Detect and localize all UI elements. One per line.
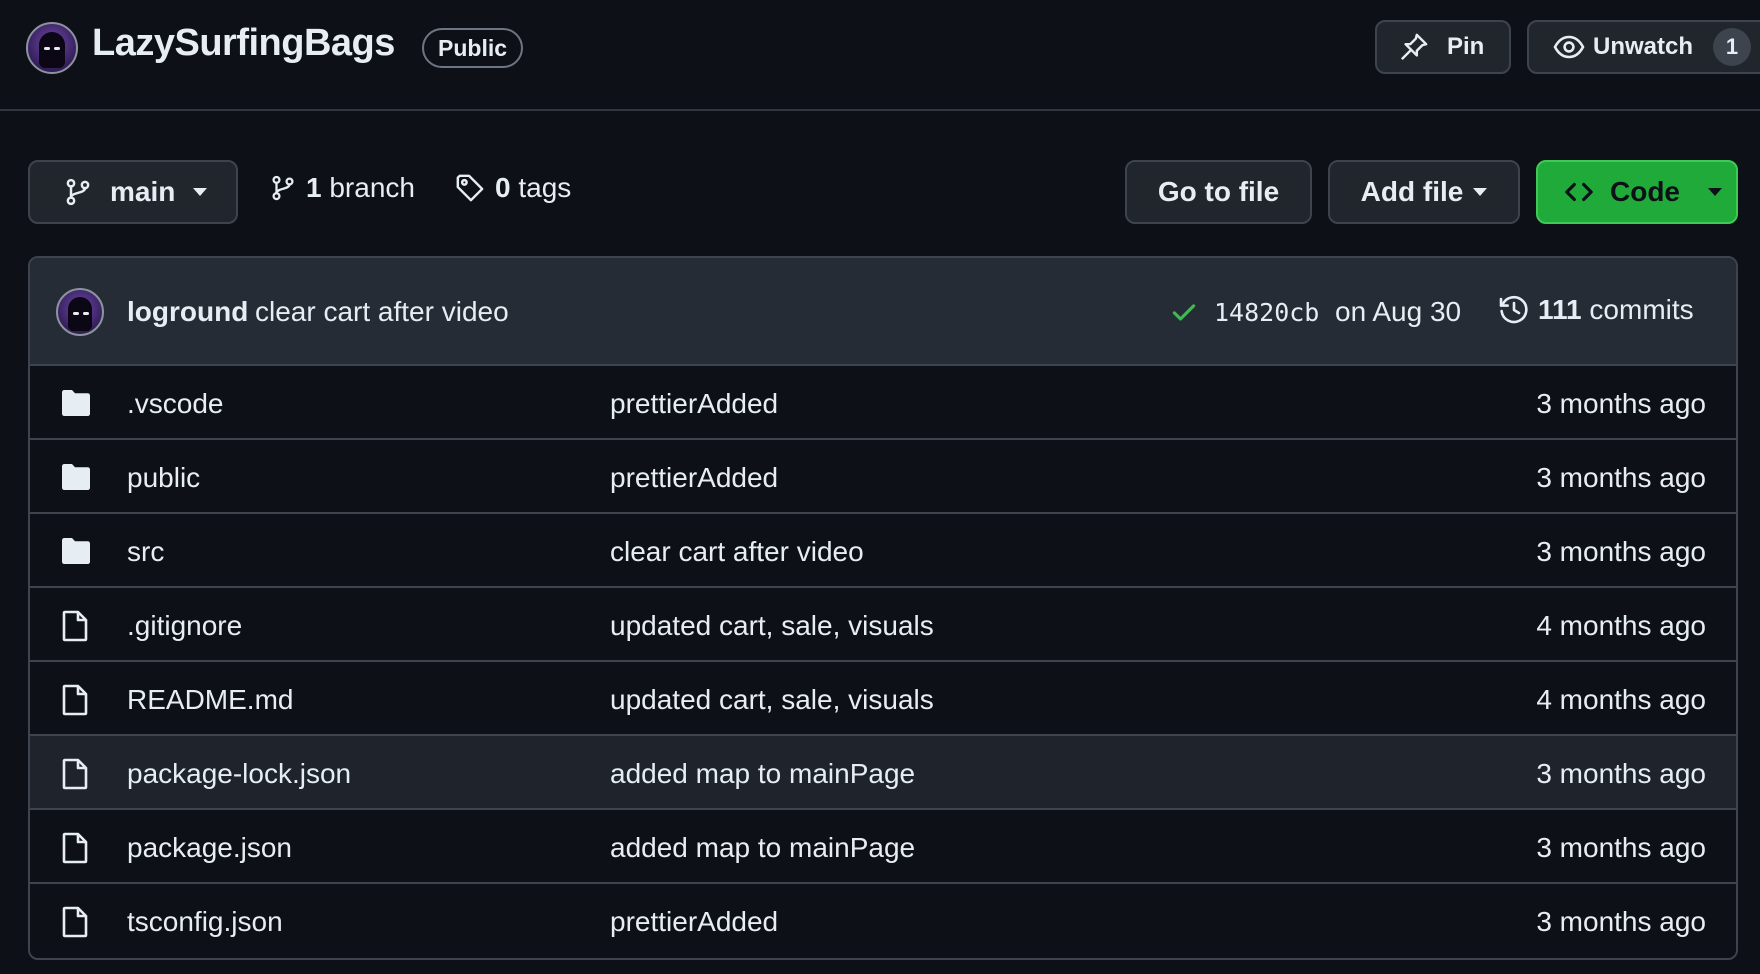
file-commit-age: 3 months ago [1536, 832, 1706, 863]
visibility-badge: Public [422, 28, 524, 68]
owner-avatar[interactable] [26, 22, 78, 74]
file-icon [60, 758, 90, 795]
file-name-link[interactable]: tsconfig.json [127, 906, 283, 938]
file-commit-age: 4 months ago [1536, 610, 1706, 641]
file-commit-age: 4 months ago [1536, 684, 1706, 715]
file-row[interactable]: package.json added map to mainPage 3 month… [30, 810, 1736, 884]
go-to-file-button[interactable]: Go to file [1125, 160, 1312, 224]
file-list: .vscode prettierAdded 3 months ago public pr… [30, 366, 1736, 958]
commit-history-link[interactable]: 111 commits [1498, 294, 1694, 326]
commit-word: commits [1589, 294, 1694, 325]
file-commit-message-link[interactable]: prettierAdded [610, 462, 778, 494]
file-name-link[interactable]: package.json [127, 832, 292, 864]
file-icon [60, 832, 90, 869]
tag-icon [456, 174, 484, 202]
latest-commit-bar: loground clear cart after video 14820cb … [30, 258, 1736, 366]
check-icon[interactable] [1170, 298, 1198, 326]
author-avatar[interactable] [56, 288, 104, 336]
file-row[interactable]: public prettierAdded 3 months ago [30, 440, 1736, 514]
file-commit-message-link[interactable]: updated cart, sale, visuals [610, 684, 934, 716]
file-commit-message-link[interactable]: prettierAdded [610, 906, 778, 938]
file-commit-message-link[interactable]: added map to mainPage [610, 758, 915, 790]
branch-count: 1 [306, 172, 322, 203]
file-row[interactable]: README.md updated cart, sale, visuals 4 mo… [30, 662, 1736, 736]
repo-title[interactable]: LazySurfingBags [92, 22, 395, 65]
git-branch-icon [66, 178, 90, 206]
file-name-link[interactable]: package-lock.json [127, 758, 351, 790]
file-commit-message-link[interactable]: updated cart, sale, visuals [610, 610, 934, 642]
code-button[interactable]: Code [1536, 160, 1738, 224]
file-name-link[interactable]: .vscode [127, 388, 224, 420]
commit-sha[interactable]: 14820cb [1214, 298, 1319, 327]
file-commit-age: 3 months ago [1536, 906, 1706, 937]
tag-word: tags [518, 172, 572, 203]
unwatch-label: Unwatch [1593, 33, 1694, 60]
file-commit-age: 3 months ago [1536, 758, 1706, 789]
tag-count: 0 [495, 172, 511, 203]
file-commit-age: 3 months ago [1536, 462, 1706, 493]
file-commit-message-link[interactable]: prettierAdded [610, 388, 778, 420]
eye-icon [1553, 35, 1585, 59]
code-label: Code [1610, 176, 1680, 207]
file-row[interactable]: src clear cart after video 3 months ago [30, 514, 1736, 588]
folder-icon [60, 462, 92, 497]
file-commit-age: 3 months ago [1536, 536, 1706, 567]
file-icon [60, 906, 90, 943]
file-name-link[interactable]: .gitignore [127, 610, 242, 642]
branch-select-button[interactable]: main [28, 160, 238, 224]
add-file-label: Add file [1360, 176, 1464, 207]
chevron-down-icon [1708, 188, 1722, 196]
file-row[interactable]: package-lock.json added map to mainPage 3 … [30, 736, 1736, 810]
file-row[interactable]: .gitignore updated cart, sale, visuals 4 m… [30, 588, 1736, 662]
file-commit-age: 3 months ago [1536, 388, 1706, 419]
file-commit-message-link[interactable]: clear cart after video [610, 536, 864, 568]
commit-count: 111 [1538, 294, 1582, 325]
pin-icon [1400, 33, 1428, 61]
commit-author[interactable]: loground [127, 296, 248, 328]
add-file-button[interactable]: Add file [1328, 160, 1520, 224]
chevron-down-icon [1473, 188, 1488, 196]
folder-icon [60, 536, 92, 571]
tags-link[interactable]: 0 tags [455, 172, 571, 204]
repo-header: LazySurfingBags Public Pin Unwatch 1 [0, 0, 1760, 111]
pin-button[interactable]: Pin [1375, 20, 1511, 74]
current-branch-label: main [110, 176, 176, 207]
file-name-link[interactable]: README.md [127, 684, 293, 716]
file-icon [60, 684, 90, 721]
commit-message[interactable]: clear cart after video [255, 296, 509, 328]
watch-count-badge: 1 [1713, 28, 1752, 66]
folder-icon [60, 388, 92, 423]
chevron-down-icon [193, 188, 208, 196]
file-name-link[interactable]: public [127, 462, 200, 494]
history-icon [1499, 295, 1528, 324]
file-icon [60, 610, 90, 647]
branch-word: branch [329, 172, 415, 203]
file-row[interactable]: tsconfig.json prettierAdded 3 months ago [30, 884, 1736, 958]
file-row[interactable]: .vscode prettierAdded 3 months ago [30, 366, 1736, 440]
pin-label: Pin [1447, 33, 1485, 60]
file-name-link[interactable]: src [127, 536, 164, 568]
git-branch-icon [272, 175, 294, 201]
unwatch-button[interactable]: Unwatch 1 [1527, 20, 1760, 74]
code-brackets-icon [1565, 182, 1593, 202]
file-browser: loground clear cart after video 14820cb … [28, 256, 1738, 960]
file-commit-message-link[interactable]: added map to mainPage [610, 832, 915, 864]
commit-date: on Aug 30 [1335, 296, 1462, 327]
branches-link[interactable]: 1 branch [270, 172, 415, 204]
